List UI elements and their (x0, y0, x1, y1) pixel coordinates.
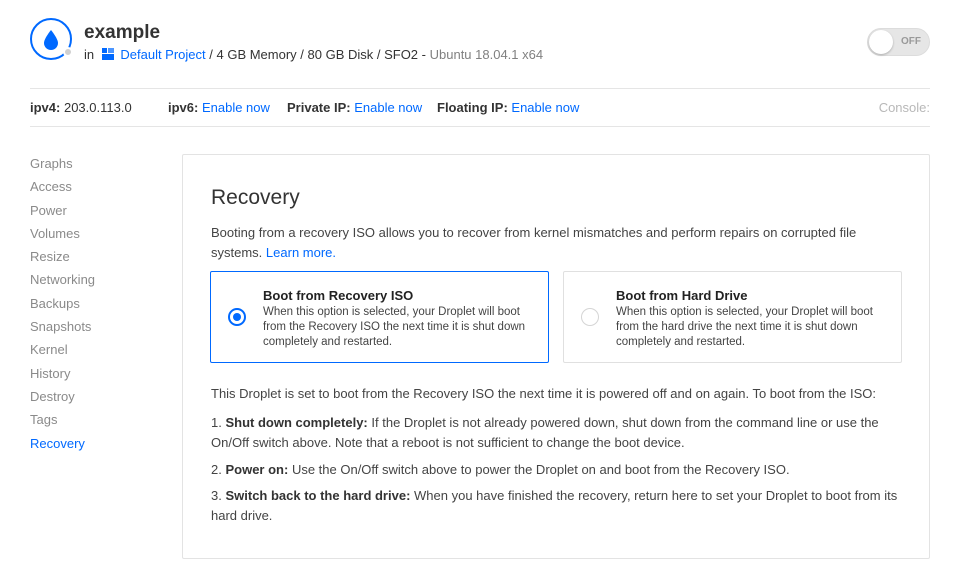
ipv6-enable-link[interactable]: Enable now (202, 100, 270, 115)
project-link[interactable]: Default Project (120, 47, 205, 62)
option-title: Boot from Recovery ISO (263, 288, 414, 303)
step-number: 1. (211, 415, 222, 430)
recovery-intro: Booting from a recovery ISO allows you t… (211, 223, 891, 263)
floating-ip-label: Floating IP: (437, 100, 508, 115)
option-title: Boot from Hard Drive (616, 288, 748, 303)
ipv4-label: ipv4: (30, 100, 61, 115)
sidebar-item-recovery[interactable]: Recovery (30, 434, 160, 457)
ipv4-value[interactable]: 203.0.113.0 (64, 100, 132, 115)
sidebar-item-networking[interactable]: Networking (30, 270, 160, 293)
ipv4-info: ipv4: 203.0.113.0 (30, 100, 132, 115)
toggle-knob (869, 30, 893, 54)
boot-from-hard-drive-option[interactable]: Boot from Hard Drive When this option is… (563, 271, 902, 363)
project-grid-icon (101, 48, 114, 60)
step-2: 2. Power on: Use the On/Off switch above… (211, 460, 911, 480)
page-title: Recovery (211, 186, 300, 209)
ipv6-label: ipv6: (168, 100, 199, 115)
learn-more-link[interactable]: Learn more. (266, 245, 336, 260)
power-toggle-label: OFF (901, 36, 921, 47)
sidebar-item-snapshots[interactable]: Snapshots (30, 317, 160, 340)
boot-from-recovery-iso-option[interactable]: Boot from Recovery ISO When this option … (210, 271, 549, 363)
private-ip-info: Private IP: Enable now (287, 100, 422, 115)
sidebar-item-kernel[interactable]: Kernel (30, 340, 160, 363)
step-title: Power on: (225, 462, 289, 477)
floating-ip-enable-link[interactable]: Enable now (511, 100, 579, 115)
ipv6-info: ipv6: Enable now (168, 100, 270, 115)
power-toggle[interactable]: OFF (867, 28, 930, 56)
radio-icon[interactable] (228, 308, 246, 326)
option-description: When this option is selected, your Dropl… (616, 306, 873, 348)
status-dot (63, 47, 73, 57)
droplet-icon (30, 18, 73, 60)
step-title: Shut down completely: (225, 415, 368, 430)
private-ip-label: Private IP: (287, 100, 351, 115)
droplet-header: example in Default Project / 4 GB Memory… (30, 18, 930, 68)
step-number: 2. (211, 462, 222, 477)
sidebar-item-destroy[interactable]: Destroy (30, 387, 160, 410)
droplet-specs: / 4 GB Memory / 80 GB Disk / SFO2 - (209, 47, 426, 62)
radio-icon[interactable] (581, 308, 599, 326)
floating-ip-info: Floating IP: Enable now (437, 100, 579, 115)
step-text: Use the On/Off switch above to power the… (291, 462, 790, 477)
option-description: When this option is selected, your Dropl… (263, 306, 526, 348)
private-ip-enable-link[interactable]: Enable now (354, 100, 422, 115)
sidebar-item-resize[interactable]: Resize (30, 247, 160, 270)
recovery-panel: Recovery Booting from a recovery ISO all… (182, 154, 930, 559)
step-3: 3. Switch back to the hard drive: When y… (211, 486, 911, 526)
boot-status-text: This Droplet is set to boot from the Rec… (211, 386, 877, 401)
droplet-sidebar: Graphs Access Power Volumes Resize Netwo… (30, 154, 160, 457)
sidebar-item-history[interactable]: History (30, 364, 160, 387)
droplet-name: example (84, 22, 161, 43)
step-1: 1. Shut down completely: If the Droplet … (211, 413, 911, 453)
step-title: Switch back to the hard drive: (225, 488, 411, 503)
droplet-details: in Default Project / 4 GB Memory / 80 GB… (84, 47, 543, 62)
droplet-image: Ubuntu 18.04.1 x64 (429, 47, 544, 62)
sidebar-item-backups[interactable]: Backups (30, 294, 160, 317)
in-label: in (84, 47, 95, 62)
step-number: 3. (211, 488, 222, 503)
sidebar-item-graphs[interactable]: Graphs (30, 154, 160, 177)
sidebar-item-tags[interactable]: Tags (30, 410, 160, 433)
console-link[interactable]: Console: (879, 100, 930, 115)
ip-bar: ipv4: 203.0.113.0 ipv6: Enable now Priva… (30, 88, 930, 127)
sidebar-item-power[interactable]: Power (30, 201, 160, 224)
sidebar-item-access[interactable]: Access (30, 177, 160, 200)
sidebar-item-volumes[interactable]: Volumes (30, 224, 160, 247)
